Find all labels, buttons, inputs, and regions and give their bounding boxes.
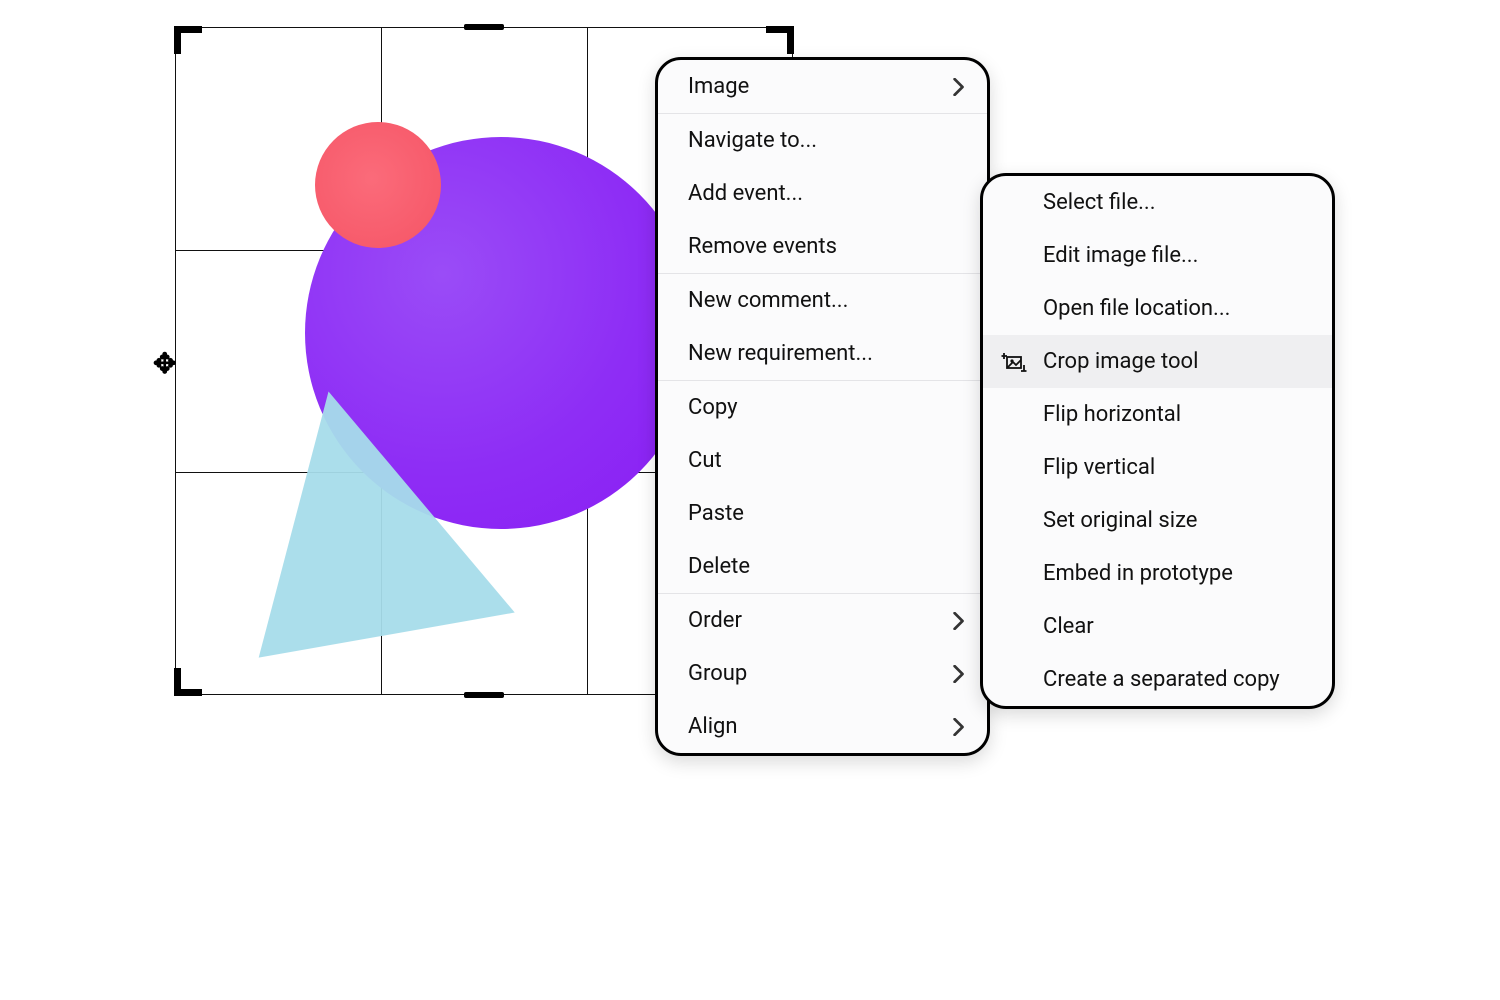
menu-item-label: Copy — [688, 395, 965, 420]
crop-handle-bottom[interactable] — [464, 692, 504, 698]
menu-item-label: Order — [688, 608, 939, 633]
menu-item-flip-vertical[interactable]: Flip vertical — [983, 441, 1332, 494]
canvas-shape-circle-small — [315, 122, 441, 248]
crop-handle-top-left[interactable] — [174, 26, 202, 54]
menu-item-label: Cut — [688, 448, 965, 473]
menu-item-label: Flip horizontal — [1043, 402, 1310, 427]
crop-image-icon — [1001, 349, 1027, 375]
crop-handle-bottom-left[interactable] — [174, 668, 202, 696]
menu-item-label: Align — [688, 714, 939, 739]
move-cursor-icon: ✥ — [153, 350, 176, 378]
canvas-shape-triangle — [215, 366, 514, 657]
menu-item-cut[interactable]: Cut — [658, 434, 987, 487]
menu-item-label: New comment... — [688, 288, 965, 313]
menu-item-copy[interactable]: Copy — [658, 381, 987, 434]
menu-item-label: Open file location... — [1043, 296, 1310, 321]
menu-item-label: Add event... — [688, 181, 965, 206]
image-submenu: Select file... Edit image file... Open f… — [980, 173, 1335, 709]
crop-handle-top[interactable] — [464, 24, 504, 30]
menu-item-label: Delete — [688, 554, 965, 579]
menu-item-label: Crop image tool — [1043, 349, 1310, 374]
menu-item-label: Group — [688, 661, 939, 686]
chevron-right-icon — [939, 612, 965, 630]
menu-item-select-file[interactable]: Select file... — [983, 176, 1332, 229]
menu-item-new-requirement[interactable]: New requirement... — [658, 327, 987, 380]
menu-item-edit-image-file[interactable]: Edit image file... — [983, 229, 1332, 282]
menu-item-label: New requirement... — [688, 341, 965, 366]
menu-item-label: Image — [688, 74, 939, 99]
chevron-right-icon — [939, 665, 965, 683]
menu-item-align[interactable]: Align — [658, 700, 987, 753]
menu-item-order[interactable]: Order — [658, 594, 987, 647]
menu-item-label: Select file... — [1043, 190, 1310, 215]
menu-item-paste[interactable]: Paste — [658, 487, 987, 540]
menu-item-crop-image-tool[interactable]: Crop image tool — [983, 335, 1332, 388]
menu-item-label: Remove events — [688, 234, 965, 259]
menu-item-create-separated-copy[interactable]: Create a separated copy — [983, 653, 1332, 706]
menu-item-label: Paste — [688, 501, 965, 526]
menu-item-clear[interactable]: Clear — [983, 600, 1332, 653]
menu-item-label: Navigate to... — [688, 128, 965, 153]
menu-item-flip-horizontal[interactable]: Flip horizontal — [983, 388, 1332, 441]
context-menu: Image Navigate to... Add event... Remove… — [655, 57, 990, 756]
menu-item-navigate-to[interactable]: Navigate to... — [658, 114, 987, 167]
menu-item-label: Embed in prototype — [1043, 561, 1310, 586]
menu-item-label: Create a separated copy — [1043, 667, 1310, 692]
menu-item-image[interactable]: Image — [658, 60, 987, 113]
chevron-right-icon — [939, 718, 965, 736]
chevron-right-icon — [939, 78, 965, 96]
menu-item-delete[interactable]: Delete — [658, 540, 987, 593]
menu-item-label: Flip vertical — [1043, 455, 1310, 480]
menu-item-open-file-location[interactable]: Open file location... — [983, 282, 1332, 335]
crop-handle-top-right[interactable] — [766, 26, 794, 54]
menu-item-label: Edit image file... — [1043, 243, 1310, 268]
menu-item-embed-in-prototype[interactable]: Embed in prototype — [983, 547, 1332, 600]
menu-item-new-comment[interactable]: New comment... — [658, 274, 987, 327]
menu-item-label: Clear — [1043, 614, 1310, 639]
menu-item-label: Set original size — [1043, 508, 1310, 533]
menu-item-group[interactable]: Group — [658, 647, 987, 700]
menu-item-remove-events[interactable]: Remove events — [658, 220, 987, 273]
menu-item-add-event[interactable]: Add event... — [658, 167, 987, 220]
menu-item-set-original-size[interactable]: Set original size — [983, 494, 1332, 547]
